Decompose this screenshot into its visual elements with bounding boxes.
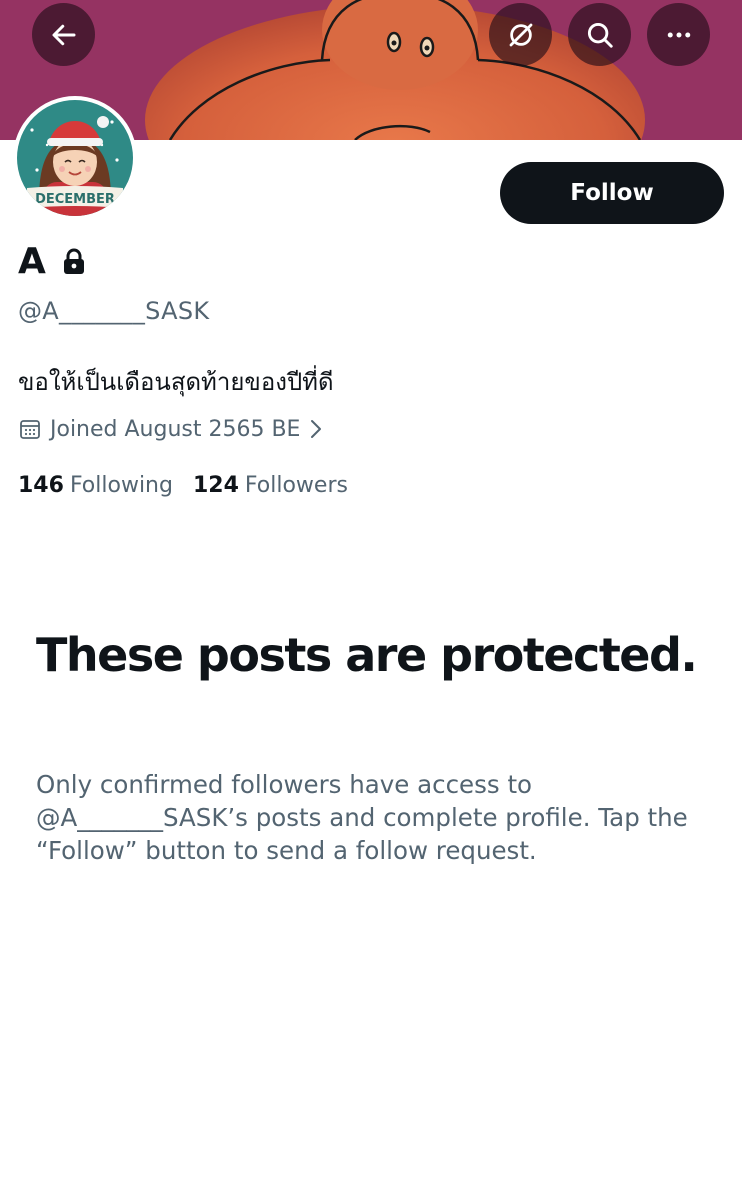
follow-button[interactable]: Follow: [500, 162, 724, 224]
following-link[interactable]: 146 Following: [18, 470, 173, 502]
profile-bio: ขอให้เป็นเดือนสุดท้ายของปีที่ดี: [18, 368, 334, 396]
more-button[interactable]: [647, 3, 710, 66]
search-button[interactable]: [568, 3, 631, 66]
profile-handle: @A_______SASK: [18, 297, 210, 325]
calendar-icon: [20, 420, 40, 439]
back-button[interactable]: [32, 3, 95, 66]
following-count: 146: [18, 473, 64, 498]
followers-label: Followers: [244, 473, 348, 498]
search-icon: [587, 22, 613, 48]
avatar-badge-text: DECEMBER: [35, 192, 115, 207]
following-label: Following: [69, 473, 173, 498]
profile-stats: 146 Following 124 Followers: [18, 470, 368, 502]
avatar[interactable]: DECEMBER: [13, 96, 137, 220]
avatar-illustration: DECEMBER: [17, 100, 133, 216]
more-horizontal-icon: [667, 32, 690, 37]
followers-link[interactable]: 124 Followers: [193, 470, 348, 502]
slashed-circle-icon: [509, 23, 532, 46]
chevron-right-icon: [311, 420, 322, 438]
protected-posts-title: These posts are protected.: [36, 628, 698, 682]
joined-date-text: Joined August 2565 BE: [50, 416, 301, 442]
joined-date-row[interactable]: Joined August 2565 BE: [18, 413, 324, 445]
arrow-left-icon: [52, 24, 75, 45]
subscribe-button[interactable]: [489, 3, 552, 66]
protected-posts-description: Only confirmed followers have access to …: [36, 770, 688, 865]
followers-count: 124: [192, 473, 239, 498]
lock-icon: [64, 248, 84, 274]
display-name: A: [18, 241, 46, 282]
